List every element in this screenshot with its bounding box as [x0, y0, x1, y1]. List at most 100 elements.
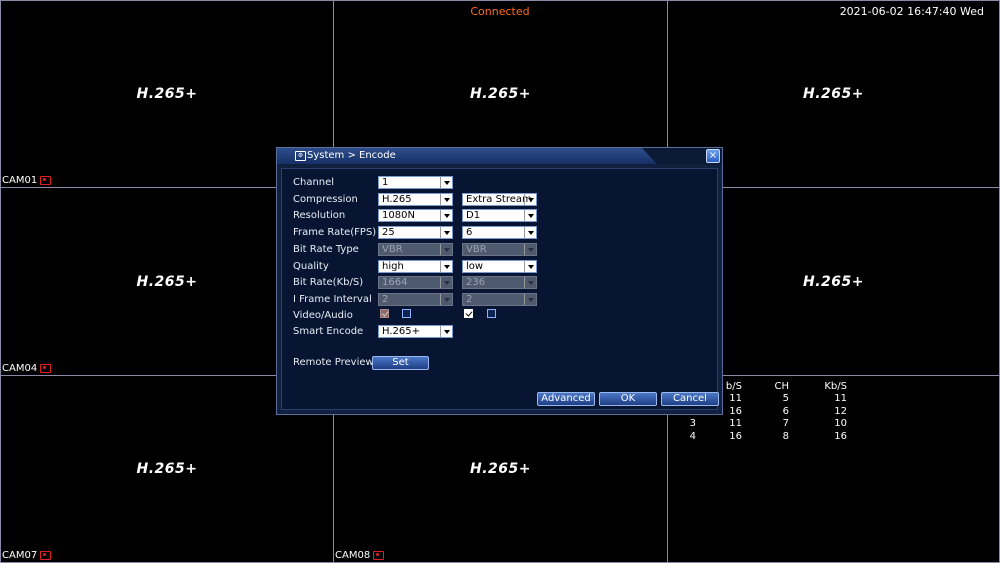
channel-label: Channel: [293, 177, 335, 188]
extra-audio-checkbox[interactable]: [487, 309, 496, 318]
chevron-down-icon: [524, 210, 536, 221]
stats-cell: 11: [729, 418, 742, 430]
chevron-down-icon: [440, 294, 452, 305]
codec-label: H.265+: [803, 86, 864, 102]
stats-cell: 11: [834, 393, 847, 405]
stats-cell: 10: [834, 418, 847, 430]
extra-quality-value: low: [466, 261, 484, 272]
camera-name: CAM07: [2, 550, 38, 561]
extra-video-checkbox[interactable]: [464, 309, 473, 318]
camera-label: CAM07: [2, 550, 52, 561]
extra-bit-rate-value: 236: [466, 277, 486, 288]
chevron-down-icon: [524, 277, 536, 288]
extra-bit-rate-select: 236: [462, 276, 537, 289]
chevron-down-icon: [440, 277, 452, 288]
compression-value: H.265: [382, 194, 412, 205]
chevron-down-icon: [524, 244, 536, 255]
extra-i-frame-select: 2: [462, 293, 537, 306]
set-button[interactable]: Set: [372, 356, 429, 370]
camera-name: CAM08: [335, 550, 371, 561]
chevron-down-icon: [440, 261, 452, 272]
stats-cell: 7: [782, 418, 789, 430]
chevron-down-icon: [440, 194, 452, 205]
stats-cell: 8: [782, 430, 789, 442]
main-resolution-value: 1080N: [382, 210, 415, 221]
record-icon: [40, 176, 52, 185]
extra-quality-select[interactable]: low: [462, 260, 537, 273]
stats-row: 4 16 8 16: [668, 430, 847, 443]
extra-bit-rate-type-select: VBR: [462, 243, 537, 256]
stats-cell: 12: [834, 405, 847, 417]
stats-header: CH: [774, 380, 789, 392]
main-audio-checkbox[interactable]: [402, 309, 411, 318]
codec-label: H.265+: [470, 461, 531, 477]
frame-rate-label: Frame Rate(FPS): [293, 227, 377, 238]
smart-encode-select[interactable]: H.265+: [378, 325, 453, 338]
channel-value: 1: [382, 177, 389, 188]
dialog-body: Channel 1 Compression H.265 Extra Stream…: [281, 168, 719, 410]
codec-label: H.265+: [136, 461, 198, 477]
chevron-down-icon: [524, 227, 536, 238]
chevron-down-icon: [440, 177, 452, 188]
main-i-frame-value: 2: [382, 294, 389, 305]
main-resolution-select[interactable]: 1080N: [378, 209, 453, 222]
stats-header: Kb/S: [824, 380, 847, 392]
codec-label: H.265+: [470, 86, 531, 102]
quality-label: Quality: [293, 261, 329, 272]
chevron-down-icon: [440, 244, 452, 255]
video-audio-label: Video/Audio: [293, 310, 353, 321]
main-quality-value: high: [382, 261, 404, 272]
chevron-down-icon: [524, 294, 536, 305]
channel-select[interactable]: 1: [378, 176, 453, 189]
main-bit-rate-type-select: VBR: [378, 243, 453, 256]
stats-cell: 3: [689, 418, 696, 430]
stats-cell: 5: [782, 393, 789, 405]
smart-encode-value: H.265+: [382, 326, 420, 337]
bit-rate-label: Bit Rate(Kb/S): [293, 277, 364, 288]
resolution-label: Resolution: [293, 210, 346, 221]
stats-cell: 4: [689, 430, 696, 442]
bit-rate-type-label: Bit Rate Type: [293, 244, 359, 255]
record-icon: [40, 551, 52, 560]
stats-cell: 16: [729, 430, 742, 442]
chevron-down-icon: [440, 210, 452, 221]
advanced-button[interactable]: Advanced: [537, 392, 595, 406]
cancel-button[interactable]: Cancel: [661, 392, 719, 406]
main-video-checkbox: [380, 309, 389, 318]
extra-resolution-select[interactable]: D1: [462, 209, 537, 222]
codec-label: H.265+: [136, 86, 198, 102]
close-button[interactable]: ×: [706, 149, 720, 163]
remote-preview-label: Remote Preview: [293, 357, 374, 368]
compression-select[interactable]: H.265: [378, 193, 453, 206]
compression-label: Compression: [293, 194, 358, 205]
extra-frame-rate-value: 6: [466, 227, 473, 238]
main-quality-select[interactable]: high: [378, 260, 453, 273]
main-bit-rate-value: 1664: [382, 277, 408, 288]
settings-icon: ⚙: [295, 151, 306, 161]
smart-encode-label: Smart Encode: [293, 326, 364, 337]
main-i-frame-select: 2: [378, 293, 453, 306]
camera-name: CAM04: [2, 363, 38, 374]
stats-cell: 6: [782, 405, 789, 417]
camera-label: CAM08: [335, 550, 385, 561]
camera-label: CAM01: [2, 175, 52, 186]
chevron-down-icon: [440, 326, 452, 337]
ok-button[interactable]: OK: [599, 392, 657, 406]
chevron-down-icon: [524, 194, 536, 205]
dialog-title: System > Encode: [307, 150, 396, 161]
extra-stream-select[interactable]: Extra Stream: [462, 193, 537, 206]
stats-cell: 16: [834, 430, 847, 442]
chevron-down-icon: [524, 261, 536, 272]
main-bit-rate-type-value: VBR: [382, 244, 403, 255]
extra-resolution-value: D1: [466, 210, 481, 221]
extra-frame-rate-select[interactable]: 6: [462, 226, 537, 239]
main-frame-rate-value: 25: [382, 227, 395, 238]
camera-label: CAM04: [2, 363, 52, 374]
dialog-titlebar[interactable]: ⚙ System > Encode ×: [277, 148, 722, 164]
extra-i-frame-value: 2: [466, 294, 473, 305]
extra-stream-value: Extra Stream: [466, 194, 532, 205]
i-frame-label: I Frame Interval: [293, 294, 372, 305]
main-bit-rate-select: 1664: [378, 276, 453, 289]
main-frame-rate-select[interactable]: 25: [378, 226, 453, 239]
encode-dialog: ⚙ System > Encode × Channel 1 Compressio…: [276, 147, 723, 415]
